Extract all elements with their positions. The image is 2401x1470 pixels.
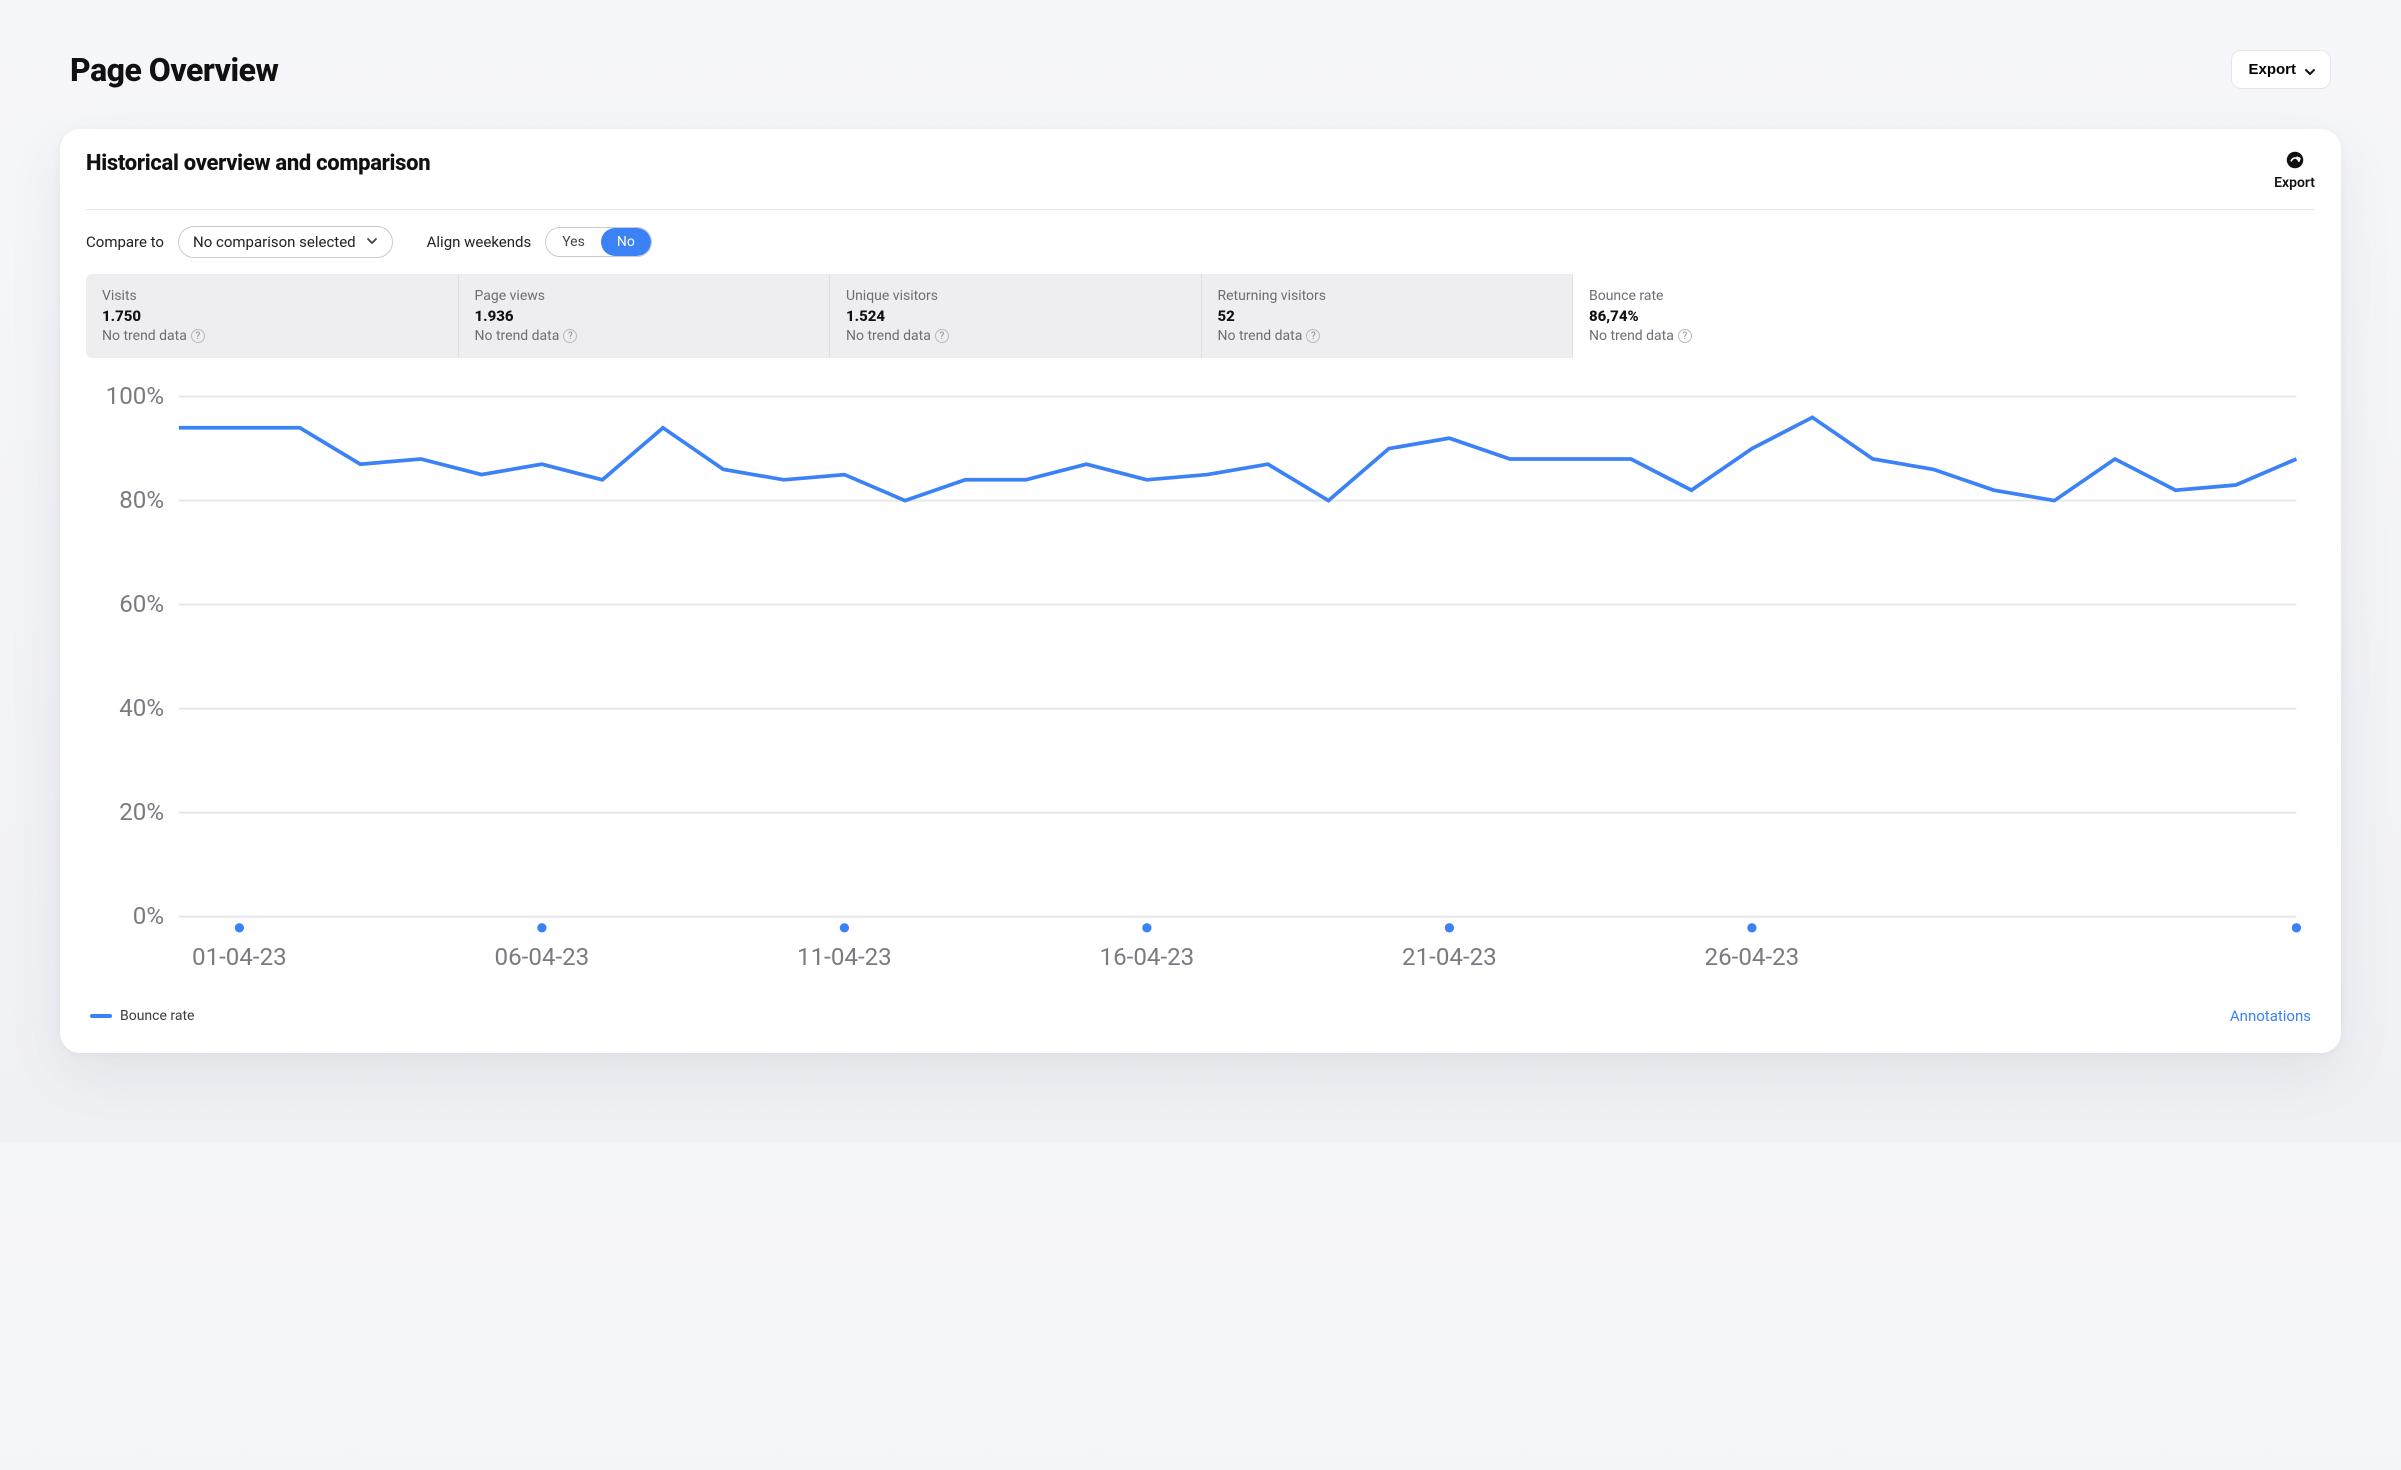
compare-to-select[interactable]: No comparison selected xyxy=(178,226,393,258)
help-icon[interactable]: ? xyxy=(191,329,205,343)
metric-trend: No trend data? xyxy=(102,328,442,344)
export-button-card-label: Export xyxy=(2274,175,2315,191)
svg-text:16-04-23: 16-04-23 xyxy=(1100,943,1195,971)
chart-legend: Bounce rate xyxy=(90,1008,194,1024)
metric-page-views[interactable]: Page views 1.936 No trend data? xyxy=(458,274,830,358)
metric-name: Returning visitors xyxy=(1218,288,1557,304)
svg-text:06-04-23: 06-04-23 xyxy=(495,943,590,971)
legend-swatch xyxy=(90,1014,112,1018)
metrics-row: Visits 1.750 No trend data? Page views 1.936… xyxy=(86,274,2315,358)
metric-bounce-rate[interactable]: Bounce rate 86,74% No trend data? xyxy=(1572,274,1944,358)
svg-text:26-04-23: 26-04-23 xyxy=(1705,943,1800,971)
help-icon[interactable]: ? xyxy=(563,329,577,343)
export-button-card[interactable]: Export xyxy=(2274,151,2315,191)
chevron-down-icon xyxy=(2304,65,2314,75)
svg-text:0%: 0% xyxy=(133,902,164,930)
historical-overview-card: Historical overview and comparison Expor… xyxy=(60,129,2341,1053)
compare-to-label: Compare to xyxy=(86,233,164,251)
metric-trend: No trend data? xyxy=(1218,328,1557,344)
svg-text:100%: 100% xyxy=(106,382,164,410)
export-button-top[interactable]: Export xyxy=(2231,50,2331,89)
svg-text:11-04-23: 11-04-23 xyxy=(797,943,892,971)
align-weekends-label: Align weekends xyxy=(427,233,532,251)
legend-series-name: Bounce rate xyxy=(120,1008,194,1024)
toggle-yes[interactable]: Yes xyxy=(546,228,601,256)
metric-value: 1.936 xyxy=(475,307,814,325)
svg-text:40%: 40% xyxy=(119,694,164,722)
card-title: Historical overview and comparison xyxy=(86,151,430,176)
compare-to-value: No comparison selected xyxy=(193,233,356,251)
help-icon[interactable]: ? xyxy=(1678,329,1692,343)
svg-text:20%: 20% xyxy=(119,798,164,826)
help-icon[interactable]: ? xyxy=(935,329,949,343)
metric-trend: No trend data? xyxy=(846,328,1185,344)
svg-text:80%: 80% xyxy=(119,486,164,514)
metric-name: Visits xyxy=(102,288,442,304)
metric-value: 1.524 xyxy=(846,307,1185,325)
toggle-no[interactable]: No xyxy=(601,228,651,256)
page-title: Page Overview xyxy=(70,51,278,89)
bounce-rate-chart: 0% 20% 40% 60% 80% 100% 01-04-23 06-04-23 11-04-… xyxy=(86,378,2315,991)
align-weekends-toggle: Yes No xyxy=(545,227,652,257)
metric-trend: No trend data? xyxy=(1589,328,1928,344)
svg-text:60%: 60% xyxy=(119,590,164,618)
metric-name: Page views xyxy=(475,288,814,304)
metric-visits[interactable]: Visits 1.750 No trend data? xyxy=(86,274,458,358)
share-icon xyxy=(2286,151,2304,173)
annotations-link[interactable]: Annotations xyxy=(2230,1007,2311,1025)
metric-name: Unique visitors xyxy=(846,288,1185,304)
metric-unique-visitors[interactable]: Unique visitors 1.524 No trend data? xyxy=(829,274,1201,358)
metric-name: Bounce rate xyxy=(1589,288,1928,304)
svg-text:21-04-23: 21-04-23 xyxy=(1402,943,1497,971)
help-icon[interactable]: ? xyxy=(1306,329,1320,343)
chevron-down-icon xyxy=(366,233,378,251)
metric-value: 52 xyxy=(1218,307,1557,325)
metric-value: 1.750 xyxy=(102,307,442,325)
metric-value: 86,74% xyxy=(1589,307,1928,325)
metric-trend: No trend data? xyxy=(475,328,814,344)
export-button-top-label: Export xyxy=(2248,61,2296,78)
metric-returning-visitors[interactable]: Returning visitors 52 No trend data? xyxy=(1201,274,1573,358)
svg-text:01-04-23: 01-04-23 xyxy=(192,943,287,971)
